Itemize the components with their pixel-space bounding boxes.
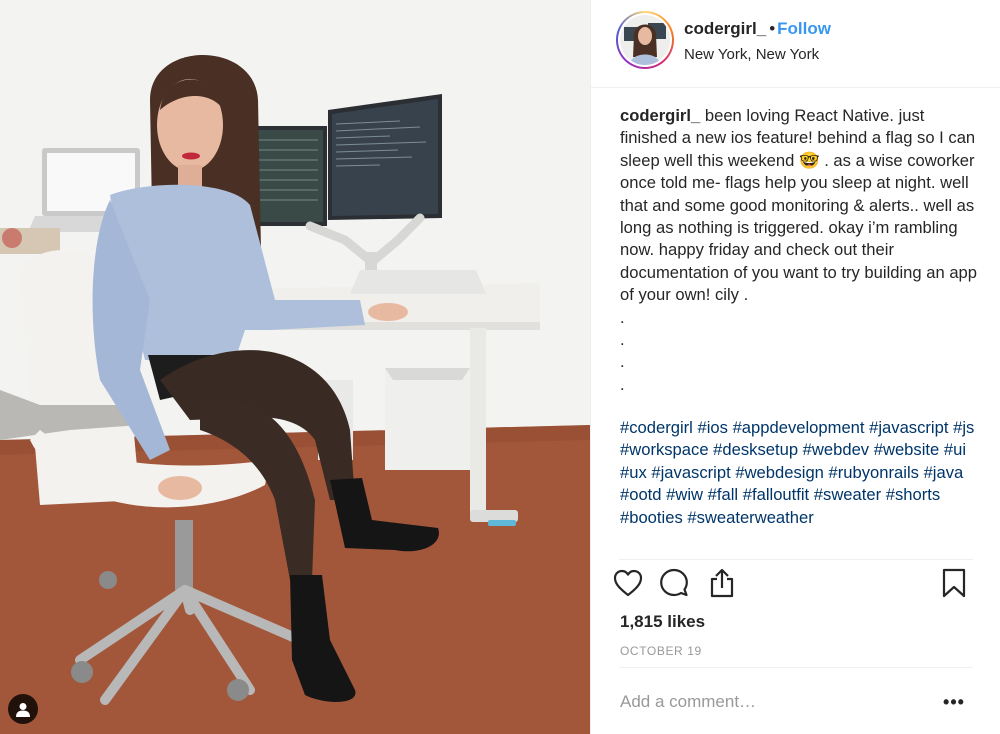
hashtag-link[interactable]: #desksetup	[713, 440, 798, 459]
save-button[interactable]	[937, 568, 971, 602]
bookmark-icon	[942, 568, 966, 603]
post-details-panel: codergirl_ • Follow New York, New York cod…	[590, 0, 1000, 734]
follow-button[interactable]: Follow	[777, 19, 831, 38]
hashtag-link[interactable]: #falloutfit	[743, 485, 809, 504]
hashtag-link[interactable]: #codergirl	[620, 418, 693, 437]
heart-icon	[613, 569, 643, 602]
post-date: OCTOBER 19	[620, 644, 702, 658]
caption-text: been loving React Native. just finished …	[620, 106, 978, 394]
avatar[interactable]	[616, 11, 674, 69]
hashtag-link[interactable]: #javascript	[869, 418, 948, 437]
share-button[interactable]	[705, 568, 739, 602]
hashtag-list: #codergirl #ios #appdevelopment #javascr…	[620, 417, 980, 529]
header-text: codergirl_ • Follow New York, New York	[684, 19, 831, 63]
post-header: codergirl_ • Follow New York, New York	[591, 0, 1000, 88]
divider	[619, 559, 973, 560]
username-link[interactable]: codergirl_	[684, 19, 766, 38]
hashtag-link[interactable]: #sweaterweather	[687, 508, 813, 527]
user-tag-icon	[16, 702, 30, 717]
hashtag-link[interactable]: #ios	[698, 418, 728, 437]
hashtag-link[interactable]: #booties	[620, 508, 683, 527]
caption: codergirl_ been loving React Native. jus…	[620, 105, 980, 396]
action-bar	[611, 568, 981, 604]
hashtag-link[interactable]: #js	[953, 418, 974, 437]
separator-dot: •	[769, 19, 776, 38]
hashtag-link[interactable]: #webdesign	[735, 463, 824, 482]
like-button[interactable]	[611, 568, 645, 602]
hashtag-link[interactable]: #javascript	[651, 463, 730, 482]
hashtag-link[interactable]: #shorts	[886, 485, 940, 504]
hashtag-link[interactable]: #appdevelopment	[733, 418, 865, 437]
hashtag-link[interactable]: #java	[924, 463, 964, 482]
comment-input[interactable]	[620, 688, 920, 716]
hashtag-link[interactable]: #website	[874, 440, 940, 459]
hashtag-link[interactable]: #ootd	[620, 485, 662, 504]
user-tag-button[interactable]	[8, 694, 38, 724]
hashtag-link[interactable]: #workspace	[620, 440, 709, 459]
divider	[619, 667, 973, 668]
hashtag-link[interactable]: #webdev	[803, 440, 869, 459]
more-options-button[interactable]: •••	[941, 690, 967, 714]
hashtag-link[interactable]: #sweater	[814, 485, 881, 504]
post-photo[interactable]	[0, 0, 590, 734]
comment-button[interactable]	[657, 568, 691, 602]
caption-username-link[interactable]: codergirl_	[620, 106, 700, 125]
comment-icon	[659, 568, 689, 603]
hashtag-link[interactable]: #wiw	[666, 485, 703, 504]
share-icon	[708, 568, 736, 603]
hashtag-link[interactable]: #rubyonrails	[829, 463, 919, 482]
hashtag-link[interactable]: #ux	[620, 463, 647, 482]
instagram-post: codergirl_ • Follow New York, New York cod…	[0, 0, 1000, 734]
photo-illustration	[0, 0, 590, 734]
location-link[interactable]: New York, New York	[684, 46, 831, 63]
hashtag-link[interactable]: #fall	[708, 485, 738, 504]
likes-count[interactable]: 1,815 likes	[620, 612, 705, 632]
hashtag-link[interactable]: #ui	[944, 440, 966, 459]
